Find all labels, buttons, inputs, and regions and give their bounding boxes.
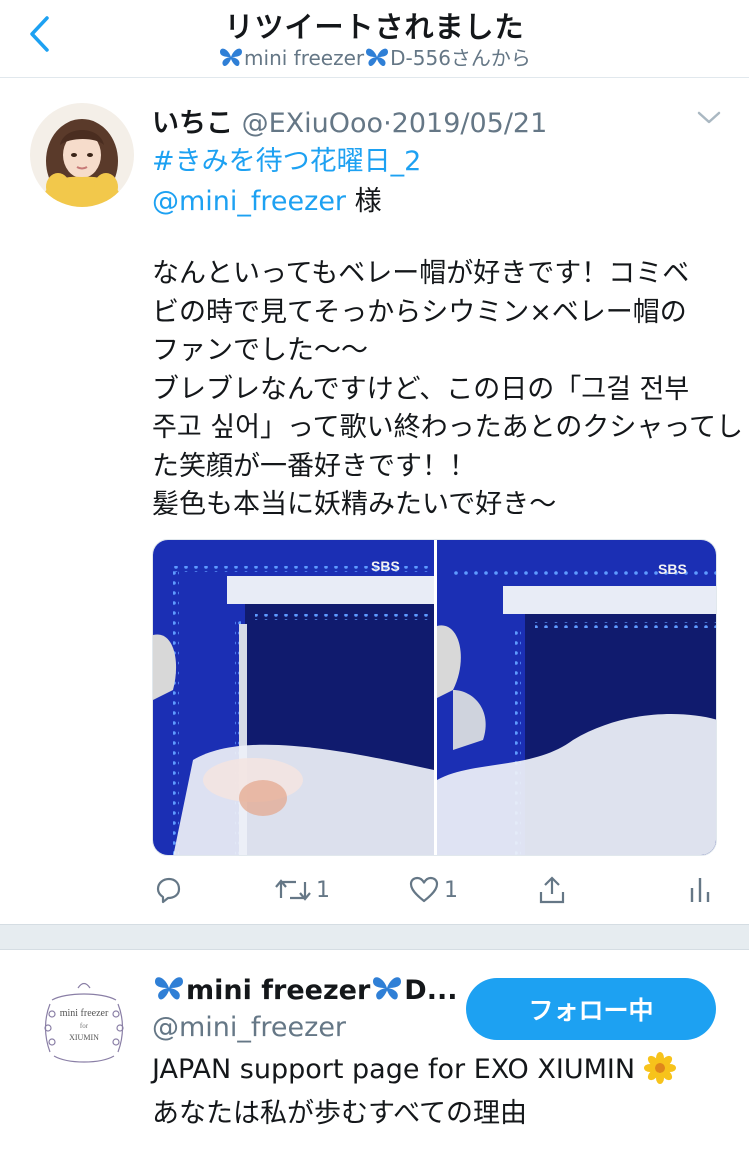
- share-button[interactable]: [536, 871, 568, 909]
- tweet-header: いちこ @EXiuOoo·2019/05/21: [152, 101, 547, 140]
- media-watermark: SBS: [371, 558, 400, 574]
- chevron-down-icon: [697, 111, 721, 124]
- following-button[interactable]: フォロー中: [466, 978, 716, 1040]
- nav-header: リツイートされました mini freezer D-556さんから: [0, 0, 749, 78]
- page-title: リツイートされました: [224, 10, 525, 44]
- butterfly-icon: [366, 48, 389, 67]
- section-divider: [0, 924, 749, 950]
- retweet-icon: [275, 879, 311, 901]
- separator: ·: [383, 108, 392, 139]
- hashtag-link[interactable]: #きみを待つ花曜日_2: [152, 139, 421, 178]
- reply-icon: [156, 877, 181, 904]
- tweet-text-line: 주고 싶어」って歌い終わったあとのクシャってし: [152, 412, 743, 443]
- butterfly-icon: [220, 48, 243, 67]
- like-button[interactable]: 1: [408, 871, 458, 909]
- media-watermark: SBS: [658, 561, 687, 577]
- tweet-text-line: ブレブレなんですけど、この日の「그걸 전부: [152, 373, 690, 405]
- tweet-text-line: ファンでした〜〜: [152, 335, 368, 366]
- heart-icon: [409, 876, 439, 903]
- retweet-count: 1: [316, 877, 330, 903]
- profile-bio-line: JAPAN support page for EXO XIUMIN: [152, 1052, 676, 1085]
- profile-avatar-text: for: [80, 1022, 89, 1030]
- analytics-icon: [690, 878, 710, 902]
- author-handle[interactable]: @EXiuOoo: [242, 108, 383, 139]
- tweet-text-line: 髪色も本当に妖精みたいで好き〜: [152, 489, 557, 520]
- profile-name-suffix: D...: [404, 975, 458, 1006]
- mention-suffix: 様: [346, 186, 382, 217]
- tweet-menu-button[interactable]: [693, 105, 725, 129]
- profile-bio-text: JAPAN support page for EXO XIUMIN: [152, 1054, 636, 1085]
- tweet: いちこ @EXiuOoo·2019/05/21 #きみを待つ花曜日_2 @min…: [0, 79, 749, 924]
- like-count: 1: [444, 877, 458, 903]
- tweet-text-line: た笑顔が一番好きです！！: [152, 450, 476, 482]
- profile-avatar-text: mini freezer: [60, 1008, 109, 1019]
- media-photo-left: SBS: [153, 540, 434, 855]
- profile-name[interactable]: mini freezer D...: [152, 974, 457, 1006]
- tweet-actions: 1 1: [152, 871, 717, 911]
- profile-bio-line: あなたは私が歩むすべての理由: [152, 1098, 528, 1129]
- share-icon: [539, 876, 565, 904]
- analytics-button[interactable]: [688, 871, 712, 909]
- butterfly-icon: [155, 977, 183, 1000]
- tweet-media[interactable]: SBS SBS: [152, 539, 717, 856]
- mention-link[interactable]: @mini_freezer: [152, 186, 346, 217]
- retweeter-suffix: D-556さんから: [390, 46, 531, 70]
- retweet-button[interactable]: 1: [274, 871, 330, 909]
- tweet-date[interactable]: 2019/05/21: [392, 108, 548, 139]
- tweet-text-line: ビの時で見てそっからシウミン×ベレー帽の: [152, 296, 687, 328]
- retweeter-name: mini freezer: [244, 46, 365, 70]
- media-photo-right: SBS: [437, 540, 716, 855]
- profile-handle[interactable]: @mini_freezer: [152, 1012, 346, 1043]
- flower-icon: [643, 1052, 676, 1084]
- mention-line: @mini_freezer 様: [152, 179, 382, 218]
- avatar[interactable]: [30, 103, 134, 207]
- retweeted-by: mini freezer D-556さんから: [0, 42, 749, 71]
- profile-name-text: mini freezer: [186, 975, 371, 1006]
- butterfly-icon: [373, 977, 402, 1000]
- profile-avatar-text: XIUMIN: [69, 1033, 99, 1042]
- tweet-text: なんといってもベレー帽が好きです！コミベ ビの時で見てそっからシウミン×ベレー帽…: [152, 255, 743, 525]
- profile-card[interactable]: mini freezer for XIUMIN mini freezer D..…: [0, 950, 749, 1150]
- profile-avatar[interactable]: mini freezer for XIUMIN: [32, 974, 136, 1078]
- tweet-text-line: なんといってもベレー帽が好きです！コミベ: [152, 258, 690, 289]
- reply-button[interactable]: [152, 871, 184, 909]
- author-name[interactable]: いちこ: [152, 108, 233, 139]
